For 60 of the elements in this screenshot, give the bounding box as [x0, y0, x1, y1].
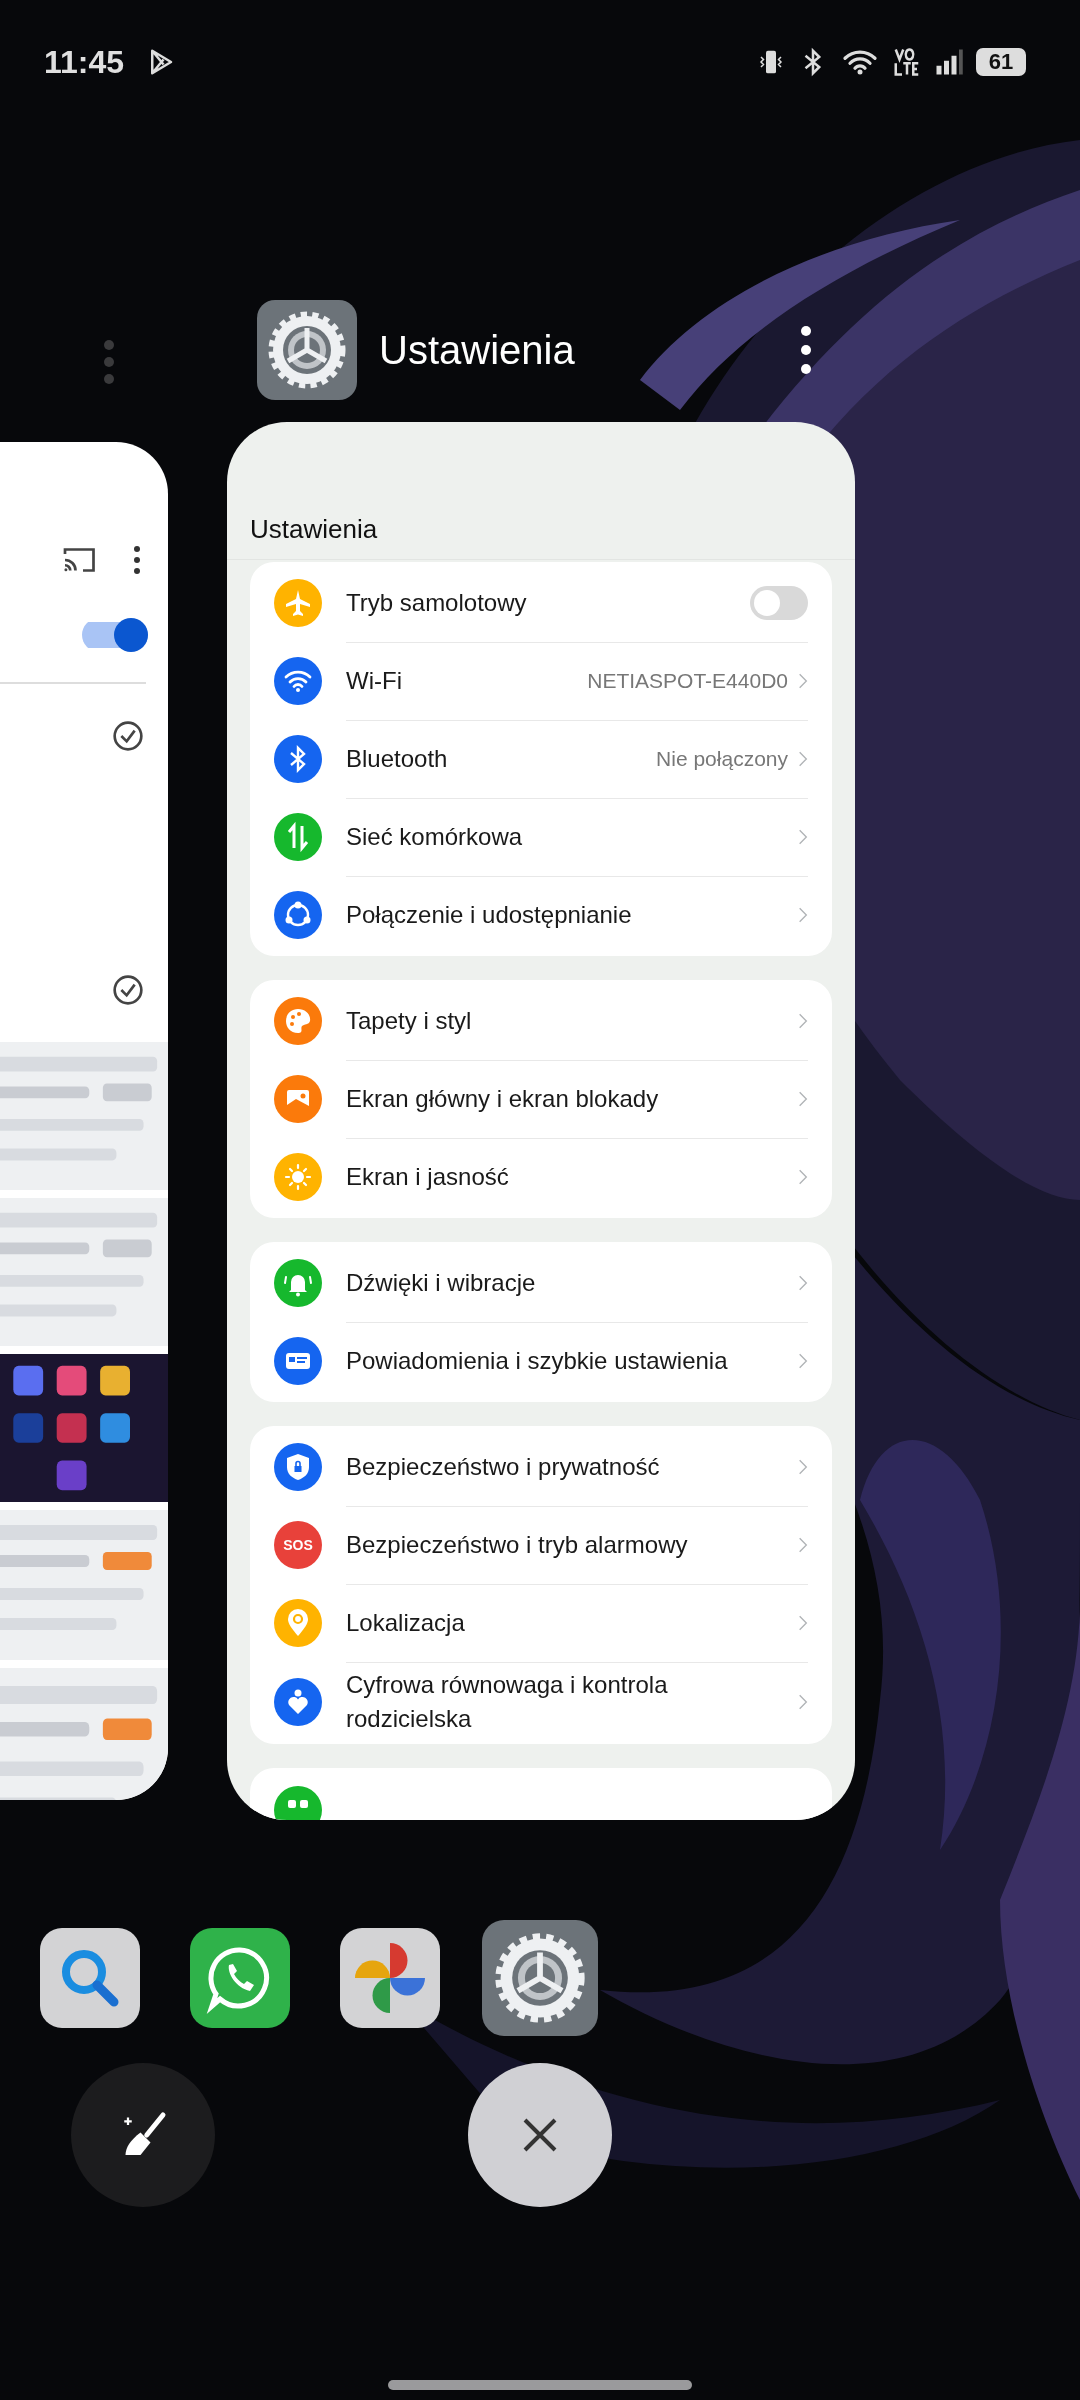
- battery-indicator: 61: [976, 48, 1026, 76]
- setting-label: Cyfrowa równowaga i kontrola rodzicielska: [346, 1670, 669, 1734]
- chevron-right-icon: [798, 1090, 808, 1108]
- apps-icon: [274, 1786, 322, 1820]
- wifi-icon: [840, 47, 880, 77]
- chevron-right-icon: [798, 750, 808, 768]
- chevron-right-icon: [798, 1168, 808, 1186]
- setting-label: Lokalizacja: [346, 1608, 466, 1638]
- toggle-switch[interactable]: [750, 586, 808, 620]
- setting-label: Dźwięki i wibracje: [346, 1268, 537, 1298]
- setting-label: Ekran i jasność: [346, 1162, 510, 1192]
- gear-icon[interactable]: [257, 300, 357, 400]
- setting-label: Bezpieczeństwo i prywatność: [346, 1452, 661, 1482]
- page-title: Ustawienia: [227, 422, 855, 560]
- app-preview-card[interactable]: [0, 442, 168, 1800]
- setting-label: Bezpieczeństwo i tryb alarmowy: [346, 1530, 689, 1560]
- sos-icon: SOS: [274, 1521, 322, 1569]
- clock-time: 11:45: [44, 43, 125, 81]
- setting-label: Powiadomienia i szybkie ustawienia: [346, 1346, 729, 1376]
- chevron-right-icon: [798, 1458, 808, 1476]
- chevron-right-icon: [798, 672, 808, 690]
- chevron-right-icon: [798, 1012, 808, 1030]
- check-circle-icon[interactable]: [112, 720, 144, 752]
- chevron-right-icon: [798, 1536, 808, 1554]
- setting-value: Nie połączony: [656, 747, 788, 771]
- signal-icon: [934, 47, 964, 77]
- chevron-right-icon: [798, 1693, 808, 1711]
- setting-value: NETIASPOT-E440D0: [587, 669, 788, 693]
- settings-row[interactable]: Bezpieczeństwo i prywatność: [250, 1428, 832, 1506]
- magnifier-icon[interactable]: [40, 1928, 140, 2028]
- chevron-right-icon: [798, 1614, 808, 1632]
- settings-row[interactable]: Ekran główny i ekran blokady: [250, 1060, 832, 1138]
- settings-row[interactable]: Sieć komórkowa: [250, 798, 832, 876]
- chat-bubble-icon[interactable]: [190, 1928, 290, 2028]
- settings-row[interactable]: SOS Bezpieczeństwo i tryb alarmowy: [250, 1506, 832, 1584]
- settings-row[interactable]: Powiadomienia i szybkie ustawienia: [250, 1322, 832, 1400]
- settings-row[interactable]: Tapety i styl: [250, 982, 832, 1060]
- settings-row[interactable]: Tryb samolotowy: [250, 564, 832, 642]
- app-title: Ustawienia: [379, 327, 575, 373]
- setting-label: Ekran główny i ekran blokady: [346, 1084, 660, 1114]
- chevron-right-icon: [798, 1274, 808, 1292]
- setting-label: Tapety i styl: [346, 1006, 473, 1036]
- chevron-right-icon: [798, 906, 808, 924]
- settings-row[interactable]: Bluetooth Nie połączony: [250, 720, 832, 798]
- settings-row[interactable]: Wi-Fi NETIASPOT-E440D0: [250, 642, 832, 720]
- settings-row[interactable]: Ekran i jasność: [250, 1138, 832, 1216]
- setting-label: Sieć komórkowa: [346, 822, 524, 852]
- setting-label: Wi-Fi: [346, 666, 403, 696]
- settings-row[interactable]: Połączenie i udostępnianie: [250, 876, 832, 954]
- setting-label: Połączenie i udostępnianie: [346, 900, 633, 930]
- pinwheel-icon[interactable]: [340, 1928, 440, 2028]
- chevron-right-icon: [798, 828, 808, 846]
- gear-icon[interactable]: [482, 1920, 598, 2036]
- settings-row[interactable]: Cyfrowa równowaga i kontrola rodzicielska: [250, 1662, 832, 1742]
- setting-label: Tryb samolotowy: [346, 588, 528, 618]
- check-circle-icon[interactable]: [112, 974, 144, 1006]
- setting-label: Bluetooth: [346, 744, 449, 774]
- settings-row[interactable]: Lokalizacja: [250, 1584, 832, 1662]
- chevron-right-icon: [798, 1352, 808, 1370]
- settings-row[interactable]: Dźwięki i wibracje: [250, 1244, 832, 1322]
